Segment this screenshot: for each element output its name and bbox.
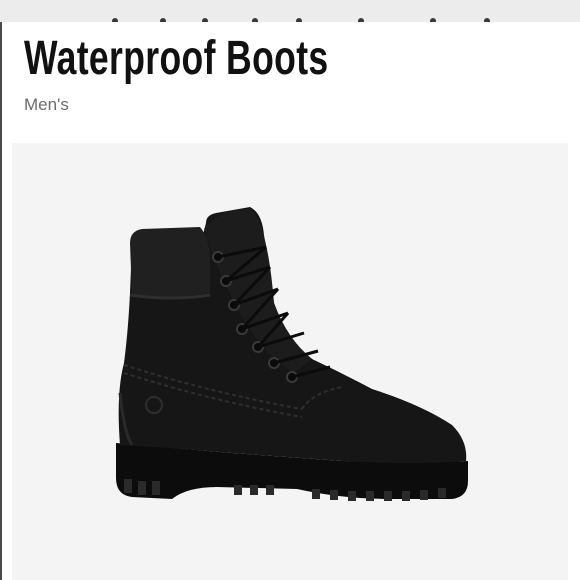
cropped-glyph [484, 18, 490, 22]
cropped-glyph [296, 18, 302, 22]
product-image[interactable] [12, 143, 568, 580]
cropped-glyph [160, 18, 166, 22]
cropped-glyph [252, 18, 258, 22]
left-border [0, 22, 2, 580]
product-title: Waterproof Boots [24, 32, 329, 85]
cropped-glyph [202, 18, 208, 22]
boot-image-icon [116, 207, 468, 501]
top-cropped-strip [0, 0, 580, 22]
cropped-glyph [430, 18, 436, 22]
listing-page: Waterproof Boots Men's [0, 0, 580, 580]
cropped-glyph [112, 18, 118, 22]
product-subtitle: Men's [24, 95, 69, 114]
cropped-glyph [358, 18, 364, 22]
